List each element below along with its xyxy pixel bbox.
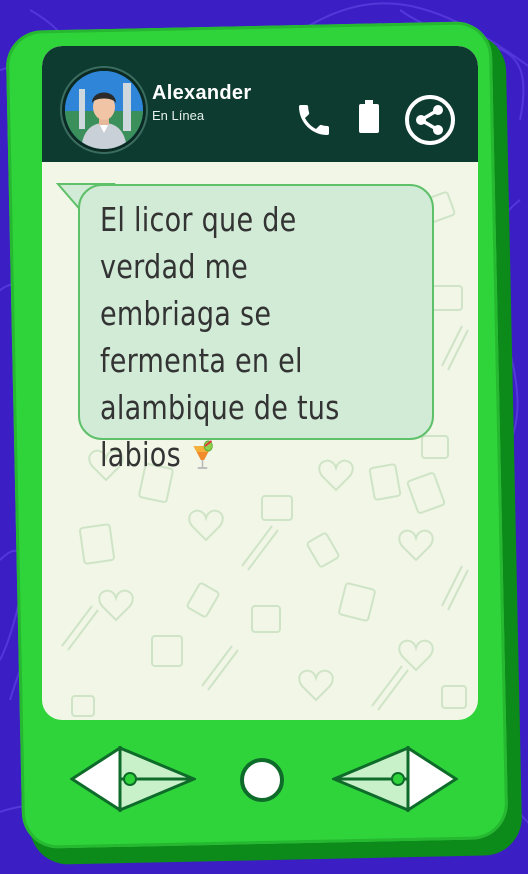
contact-name: Alexander xyxy=(152,82,252,104)
battery-icon xyxy=(359,100,379,133)
tropical-drink-emoji xyxy=(193,440,213,469)
contact-status: En Línea xyxy=(152,108,205,123)
share-icon[interactable] xyxy=(404,94,456,146)
avatar[interactable] xyxy=(62,68,146,152)
home-button[interactable] xyxy=(240,758,284,802)
forward-arrow-button[interactable] xyxy=(332,746,458,812)
message-bubble[interactable]: El licor que de verdad me embriaga se fe… xyxy=(78,184,434,474)
message-text: El licor que de verdad me embriaga se fe… xyxy=(100,196,362,478)
back-arrow-button[interactable] xyxy=(70,746,196,812)
chat-screen: Alexander En Línea El licor que de verda… xyxy=(42,46,478,720)
chat-header: Alexander En Línea xyxy=(42,46,478,162)
phone-icon[interactable] xyxy=(294,100,334,140)
message-body: El licor que de verdad me embriaga se fe… xyxy=(100,200,340,474)
